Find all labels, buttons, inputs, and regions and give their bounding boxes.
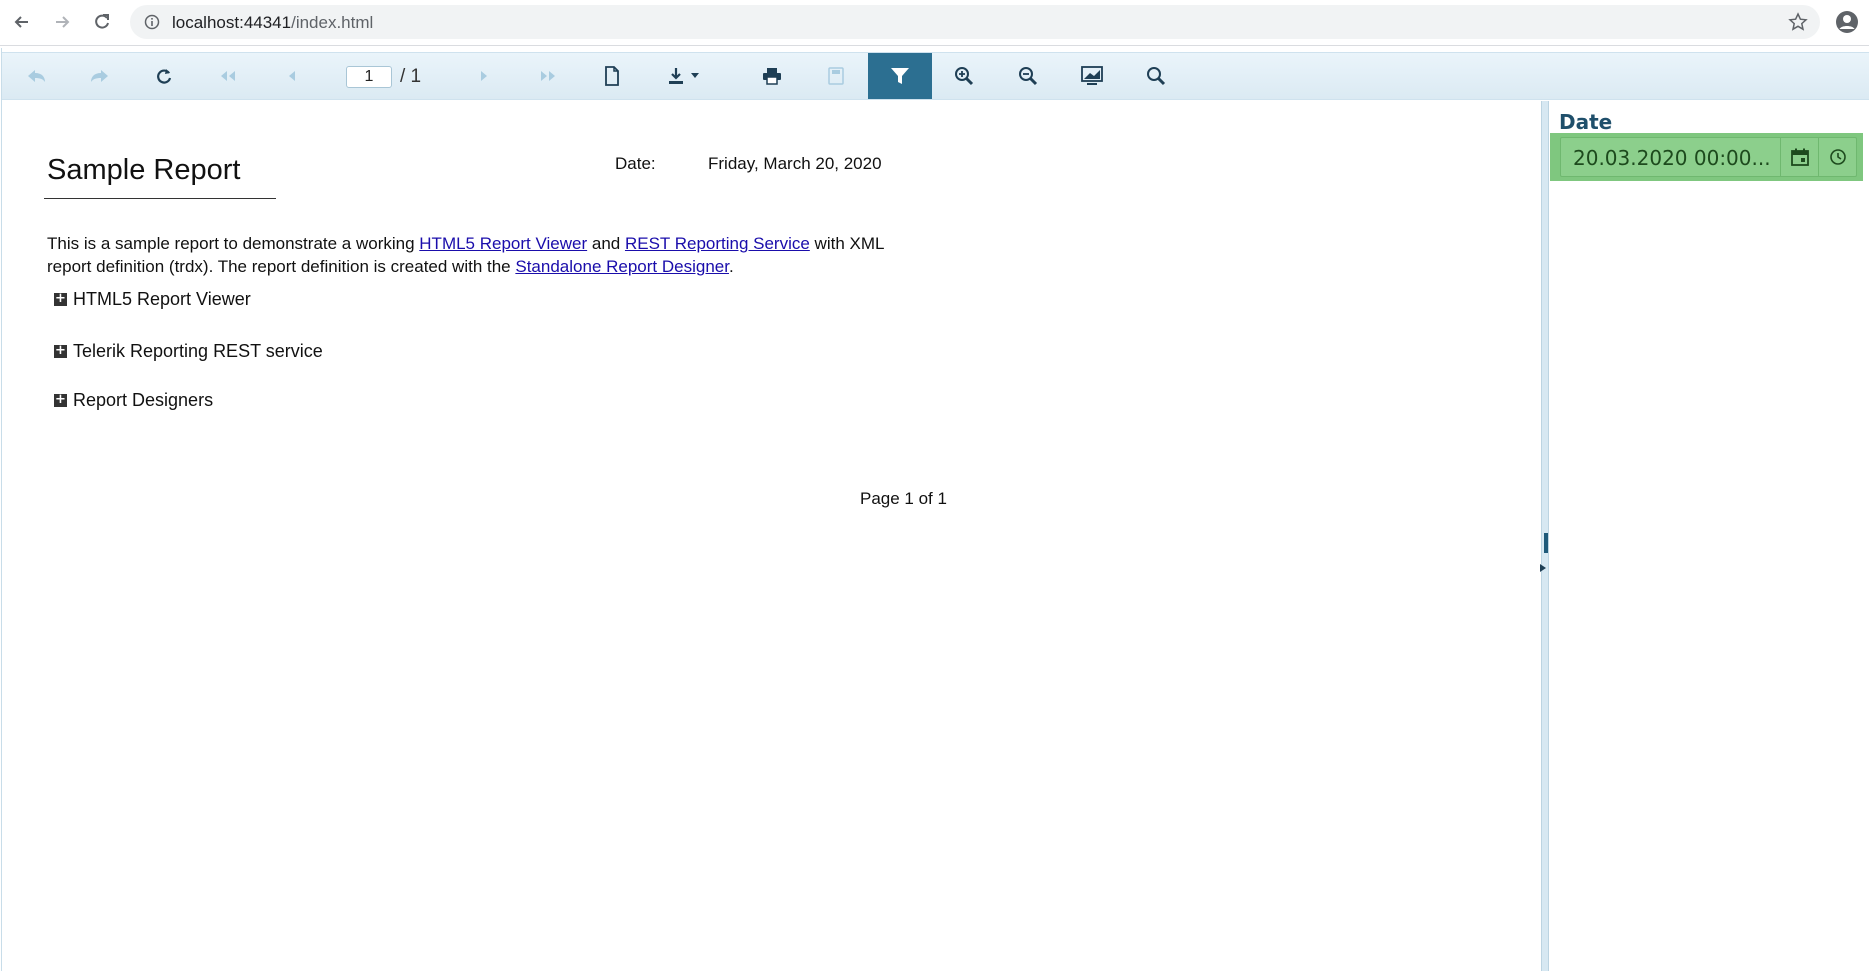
date-parameter-label: Date	[1559, 110, 1613, 134]
browser-bar: localhost:44341/index.html	[0, 0, 1869, 46]
next-page-icon[interactable]	[452, 53, 516, 99]
export-icon[interactable]	[644, 53, 724, 99]
parameters-panel: Date 20.03.2020 00:00...	[1550, 101, 1869, 971]
report-page: Sample Report Date: Friday, March 20, 20…	[2, 101, 1542, 971]
intro-paragraph: This is a sample report to demonstrate a…	[47, 232, 927, 278]
page-number-input[interactable]	[346, 66, 392, 88]
expand-icon[interactable]: +	[54, 393, 67, 407]
section-label: Report Designers	[73, 389, 214, 410]
date-label: Date:	[615, 154, 656, 173]
toggle-print-preview-icon[interactable]	[580, 53, 644, 99]
forward-icon[interactable]	[48, 8, 76, 36]
panel-splitter[interactable]	[1540, 101, 1549, 971]
section-rest-service[interactable]: + Telerik Reporting REST service	[54, 341, 323, 361]
standalone-designer-link[interactable]: Standalone Report Designer	[515, 257, 729, 276]
html5-viewer-link[interactable]: HTML5 Report Viewer	[419, 234, 587, 253]
rest-service-link[interactable]: REST Reporting Service	[625, 234, 810, 253]
refresh-icon[interactable]	[132, 53, 196, 99]
date-value: Friday, March 20, 2020	[708, 154, 882, 173]
url-path: /index.html	[291, 13, 374, 32]
url-text: localhost:44341/index.html	[172, 13, 373, 33]
address-bar[interactable]: localhost:44341/index.html	[130, 5, 1820, 39]
section-label: HTML5 Report Viewer	[73, 288, 251, 309]
send-mail-icon[interactable]	[804, 53, 868, 99]
intro-text-1: This is a sample report to demonstrate a…	[47, 234, 420, 253]
collapse-arrow-icon[interactable]	[1540, 564, 1546, 572]
title-underline	[44, 198, 276, 199]
report-viewer: / 1	[1, 48, 1869, 971]
zoom-in-icon[interactable]	[932, 53, 996, 99]
splitter-handle[interactable]	[1544, 533, 1548, 553]
page-footer: Page 1 of 1	[860, 489, 947, 508]
forward-nav-icon[interactable]	[68, 53, 132, 99]
filter-icon[interactable]	[868, 53, 932, 99]
search-icon[interactable]	[1124, 53, 1188, 99]
back-icon[interactable]	[8, 8, 36, 36]
section-label: Telerik Reporting REST service	[73, 340, 323, 361]
reload-icon[interactable]	[88, 8, 116, 36]
intro-text-4: .	[728, 257, 734, 276]
page-total: / 1	[400, 66, 422, 87]
prev-page-icon[interactable]	[260, 53, 324, 99]
section-html5-viewer[interactable]: + HTML5 Report Viewer	[54, 289, 251, 309]
date-parameter-highlight: 20.03.2020 00:00...	[1550, 133, 1863, 181]
expand-icon[interactable]: +	[54, 344, 67, 358]
date-parameter-value: 20.03.2020 00:00...	[1573, 146, 1771, 170]
view-mode-icon[interactable]	[1060, 53, 1124, 99]
calendar-icon[interactable]	[1780, 138, 1818, 176]
clock-icon[interactable]	[1818, 138, 1856, 176]
zoom-out-icon[interactable]	[996, 53, 1060, 99]
profile-icon[interactable]	[1833, 8, 1861, 36]
report-title: Sample Report	[47, 154, 241, 186]
url-host: localhost:44341	[172, 13, 292, 32]
star-icon[interactable]	[1788, 12, 1808, 37]
first-page-icon[interactable]	[196, 53, 260, 99]
back-nav-icon[interactable]	[4, 53, 68, 99]
print-icon[interactable]	[740, 53, 804, 99]
date-parameter-input[interactable]: 20.03.2020 00:00...	[1560, 137, 1857, 177]
expand-icon[interactable]: +	[54, 292, 67, 306]
viewer-toolbar: / 1	[2, 52, 1869, 100]
last-page-icon[interactable]	[516, 53, 580, 99]
section-report-designers[interactable]: + Report Designers	[54, 390, 213, 410]
info-icon[interactable]	[144, 14, 160, 35]
intro-text-2: and	[587, 234, 625, 253]
